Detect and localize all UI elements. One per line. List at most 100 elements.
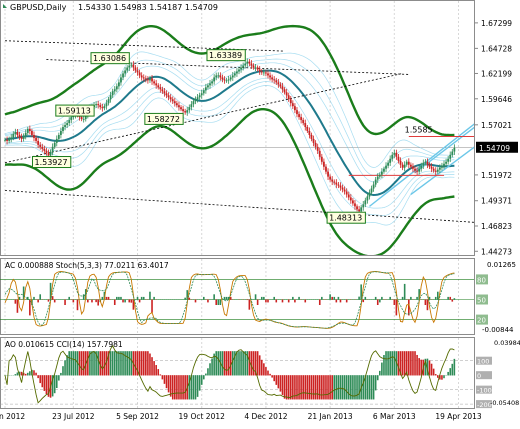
candle-body: [108, 99, 110, 103]
ac-bar: [275, 300, 277, 303]
candle-body: [193, 101, 195, 104]
candle-body: [203, 90, 205, 93]
candle-body: [166, 93, 168, 95]
candle-body: [222, 77, 224, 79]
candle-body: [242, 66, 244, 68]
candle-body: [329, 177, 331, 180]
ac-bar: [73, 300, 75, 303]
ao-bar: [174, 375, 176, 399]
stoch-level-label: 20: [477, 317, 486, 325]
ao-bar: [311, 375, 313, 399]
ao-bar: [278, 375, 280, 388]
x-tick-label: 4 Dec 2012: [244, 412, 287, 421]
candle-body: [226, 80, 228, 81]
candle-body: [296, 110, 298, 114]
ac-bar: [379, 300, 381, 303]
ao-bar: [17, 372, 19, 375]
candle-body: [14, 132, 16, 134]
candle-body: [453, 148, 455, 152]
ac-bar: [261, 297, 263, 300]
candle-body: [132, 65, 134, 68]
candle-body: [180, 107, 182, 109]
ao-bar: [128, 351, 130, 375]
candle-body: [199, 95, 201, 97]
ac-bar: [226, 297, 228, 300]
y-tick-label: 1.67299: [481, 19, 512, 28]
candle-body: [358, 209, 360, 211]
candle-body: [12, 134, 14, 137]
ao-bar: [172, 375, 174, 399]
candle-body: [391, 155, 393, 159]
candle-body: [304, 123, 306, 127]
ao-bar: [377, 375, 379, 380]
ao-bar: [25, 374, 27, 376]
ac-bar: [33, 297, 35, 300]
ao-bar: [325, 375, 327, 399]
ao-bar: [91, 351, 93, 375]
ac-bar: [83, 294, 85, 300]
ao-bar: [441, 375, 443, 380]
ao-bar: [141, 351, 143, 375]
ac-bar: [97, 300, 99, 306]
candle-body: [46, 151, 48, 153]
candle-body: [267, 73, 269, 75]
candle-body: [81, 117, 83, 119]
ao-bar: [402, 351, 404, 375]
candle-body: [70, 117, 72, 120]
level-label: 1.59113: [58, 107, 91, 116]
ao-bar: [176, 375, 178, 399]
ac-bar: [246, 300, 248, 301]
ao-bar: [199, 375, 201, 390]
candle-body: [424, 162, 426, 163]
ac-bar: [282, 300, 284, 303]
candle-body: [27, 129, 29, 133]
ao-bar: [267, 371, 269, 376]
candle-body: [439, 168, 441, 170]
candle-body: [219, 75, 221, 77]
candle-body: [255, 68, 257, 69]
candle-body: [265, 72, 267, 73]
ac-bar: [131, 300, 133, 303]
candle-body: [186, 110, 188, 112]
ao-bar: [110, 351, 112, 375]
ao-bar: [60, 373, 62, 376]
candle-body: [234, 73, 236, 75]
ac-bar: [427, 300, 429, 311]
candle-body: [300, 117, 302, 120]
ao-bar: [93, 351, 95, 375]
candle-body: [257, 68, 259, 70]
candle-body: [362, 204, 364, 207]
ao-bar: [68, 351, 70, 375]
candle-body: [273, 79, 275, 80]
ao-bar: [240, 351, 242, 375]
ao-bar: [300, 375, 302, 399]
candle-body: [331, 180, 333, 182]
candle-body: [427, 162, 429, 165]
ac-bar: [263, 297, 265, 300]
candle-body: [261, 71, 263, 72]
ao-bar: [58, 375, 60, 380]
ao-bar: [197, 375, 199, 397]
candle-body: [406, 162, 408, 165]
ao-bar: [381, 363, 383, 376]
ac-bar: [265, 300, 267, 303]
ao-bar: [431, 364, 433, 376]
ao-bar: [323, 375, 325, 399]
ao-bar: [228, 351, 230, 375]
ao-bar: [145, 351, 147, 375]
ac-bar: [220, 300, 222, 306]
candle-body: [112, 91, 114, 95]
ao-bar: [333, 375, 335, 399]
ao-bar: [437, 375, 439, 378]
candle-body: [418, 169, 420, 172]
ao-bar: [178, 375, 180, 399]
ao-bar: [41, 375, 43, 387]
ao-bar: [315, 375, 317, 399]
ao-bar: [195, 375, 197, 399]
candle-body: [412, 167, 414, 169]
candle-body: [317, 147, 319, 151]
ac-bar: [365, 297, 367, 300]
ao-bar: [162, 375, 164, 379]
ac-bar: [77, 300, 79, 311]
candle-body: [25, 133, 27, 136]
